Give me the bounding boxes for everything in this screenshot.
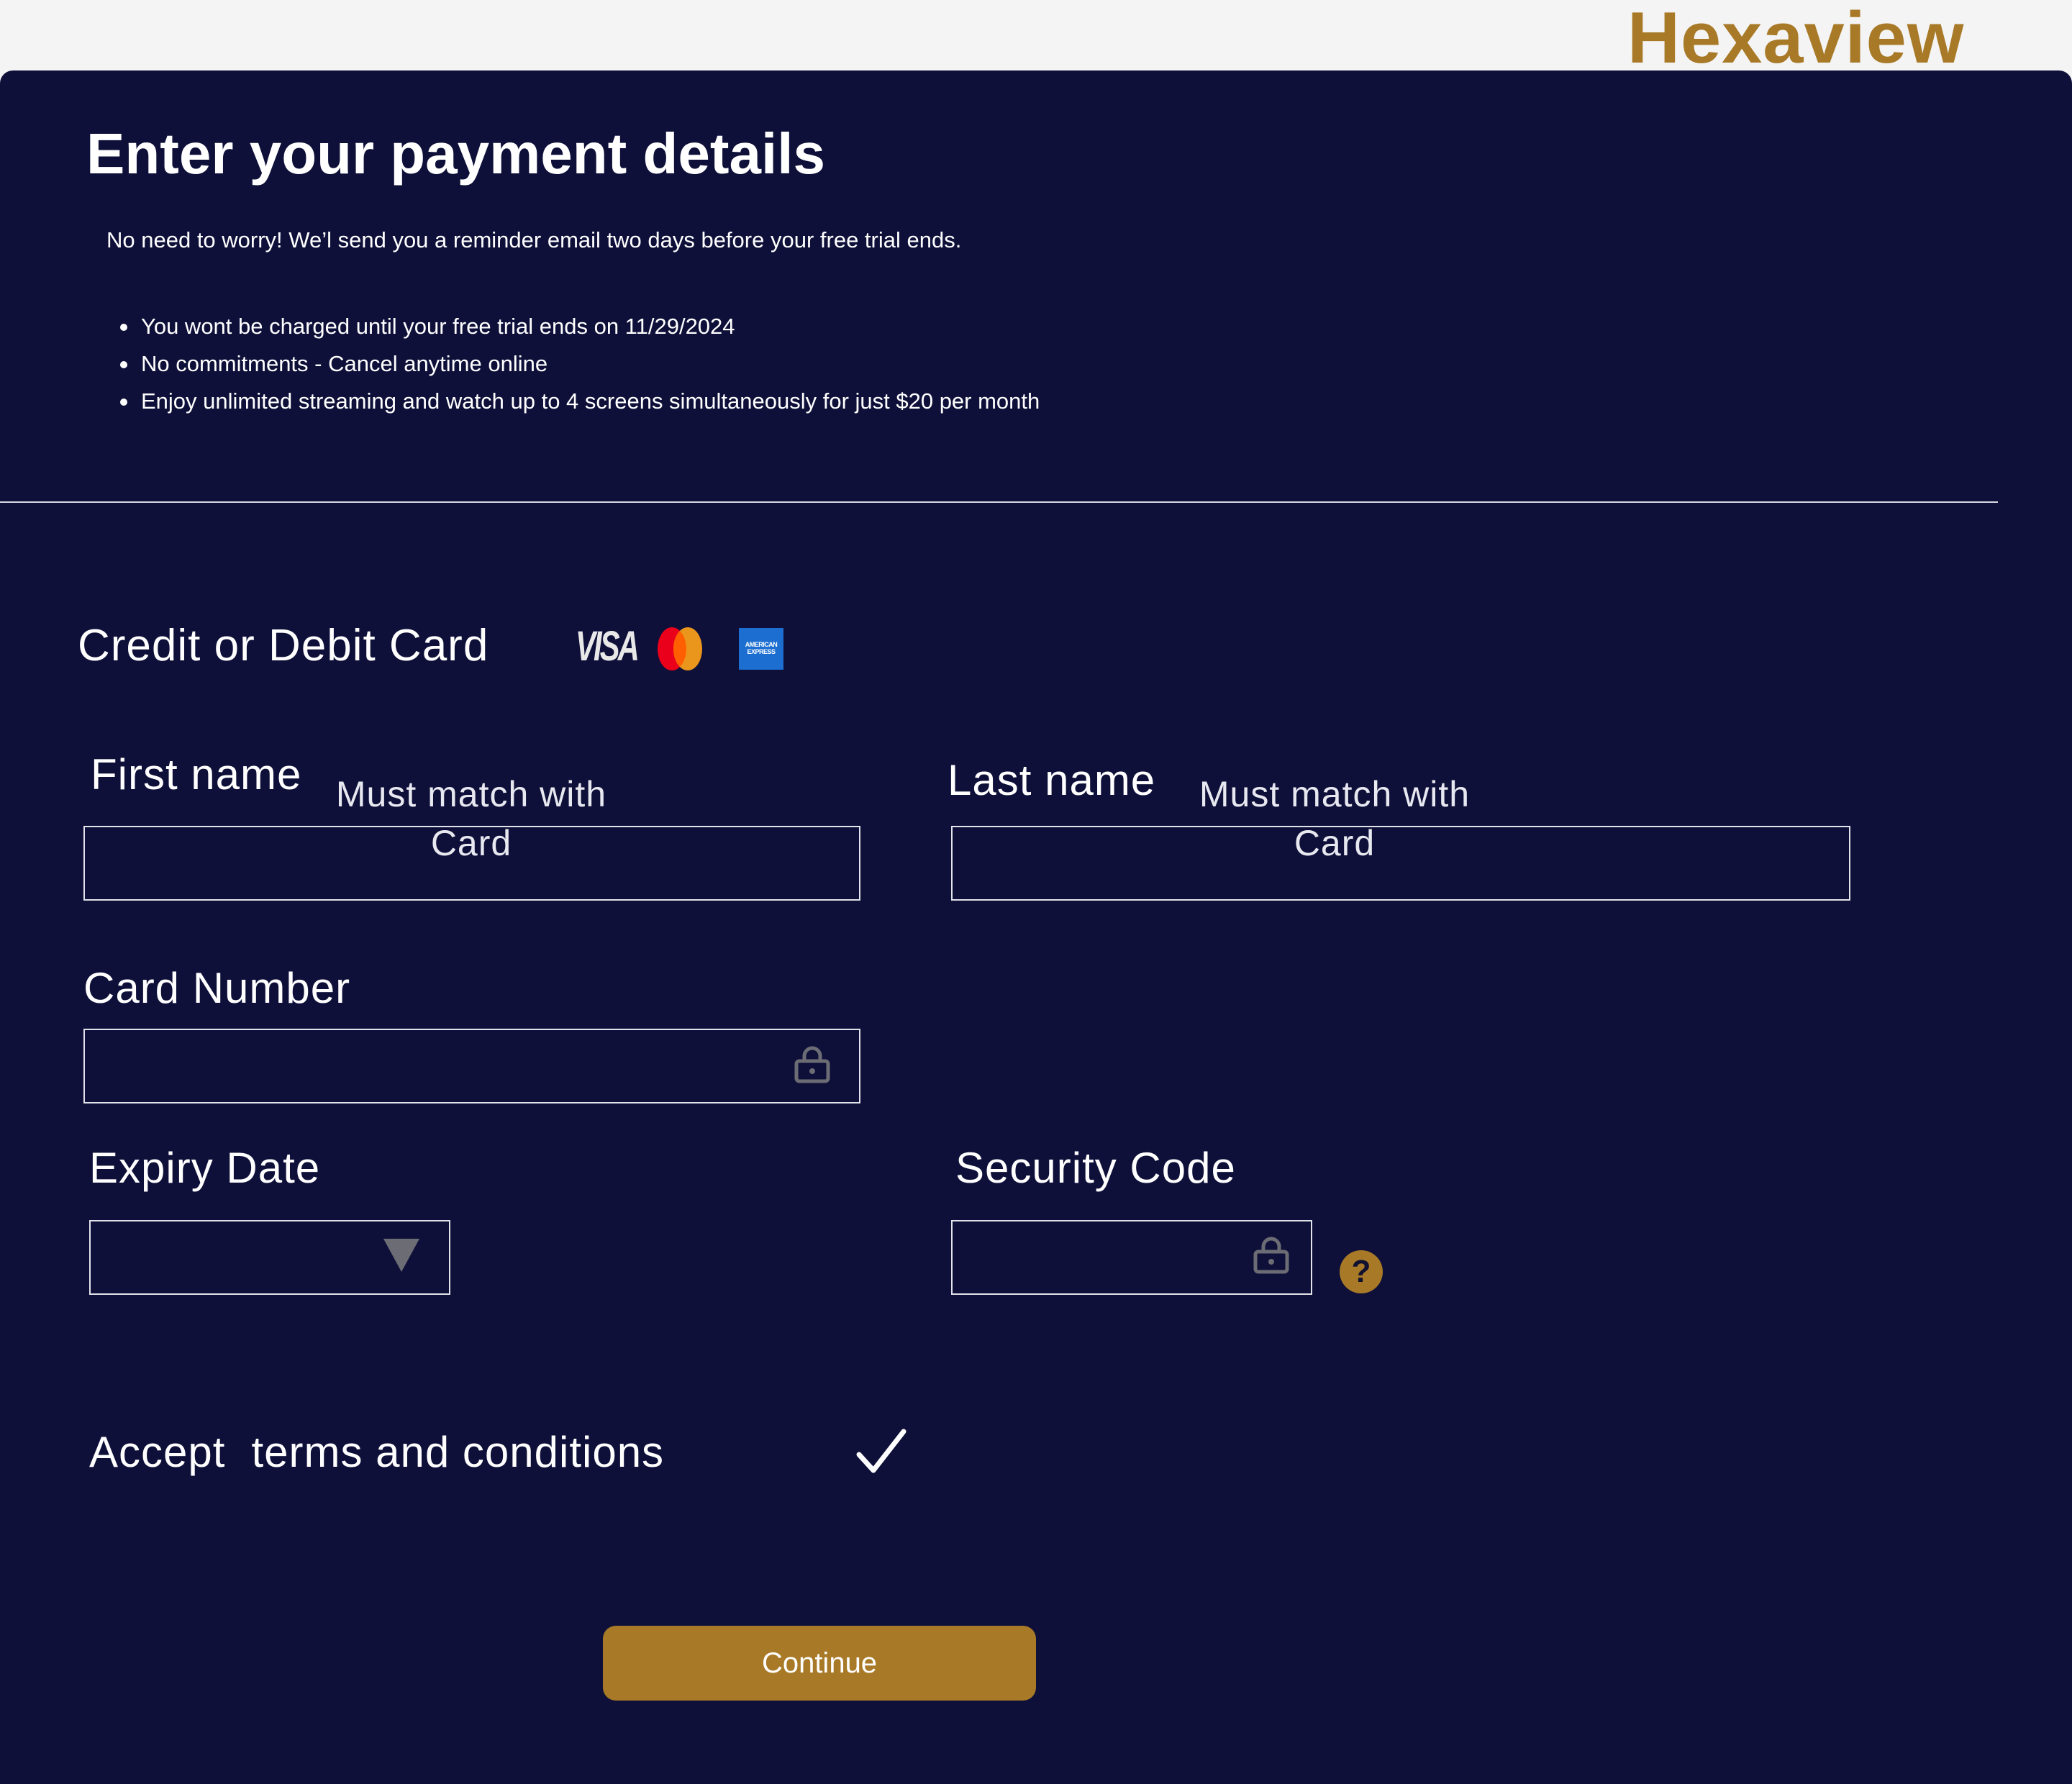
continue-button[interactable]: Continue (603, 1626, 1036, 1701)
payment-panel: Enter your payment details No need to wo… (0, 70, 2072, 1784)
benefits-list: You wont be charged until your free tria… (120, 308, 1112, 420)
last-name-label: Last name (948, 756, 1156, 804)
accept-label: Accept (89, 1428, 226, 1476)
brand-logo-text: Hexaview (1627, 0, 1965, 78)
amex-logo-line2: EXPRESS (747, 648, 776, 655)
visa-logo: VISA (576, 623, 640, 670)
first-name-hint-line1: Must match with (335, 774, 607, 814)
amex-logo-line1: AMERICAN (745, 641, 778, 648)
triangle-down-icon[interactable] (381, 1236, 422, 1275)
terms-link[interactable]: terms and conditions (251, 1428, 664, 1476)
lock-icon (794, 1046, 830, 1083)
checkmark-icon[interactable] (856, 1429, 906, 1476)
page-subtitle: No need to worry! We’l send you a remind… (106, 227, 962, 252)
first-name-hint: Must match with Card (309, 770, 633, 868)
card-number-label: Card Number (83, 964, 351, 1012)
first-name-label: First name (91, 750, 302, 798)
last-name-hint-line2: Card (1294, 823, 1376, 863)
question-circle-icon[interactable]: ? (1340, 1250, 1383, 1293)
expiry-date-label: Expiry Date (89, 1144, 321, 1192)
benefit-item: You wont be charged until your free tria… (120, 308, 1112, 345)
page-title: Enter your payment details (86, 122, 825, 186)
amex-logo: AMERICAN EXPRESS (739, 628, 783, 670)
benefit-item: No commitments - Cancel anytime online (120, 345, 1112, 383)
last-name-hint-line1: Must match with (1199, 774, 1471, 814)
first-name-hint-line2: Card (430, 823, 512, 863)
mastercard-logo (658, 627, 702, 670)
card-number-input[interactable] (83, 1029, 860, 1103)
payment-method-label: Credit or Debit Card (78, 621, 489, 670)
security-code-label: Security Code (955, 1144, 1236, 1192)
lock-icon (1253, 1237, 1289, 1274)
section-divider (0, 501, 1998, 503)
last-name-hint: Must match with Card (1173, 770, 1496, 868)
terms-row: Accept terms and conditions (89, 1427, 664, 1477)
benefit-item: Enjoy unlimited streaming and watch up t… (120, 383, 1112, 420)
